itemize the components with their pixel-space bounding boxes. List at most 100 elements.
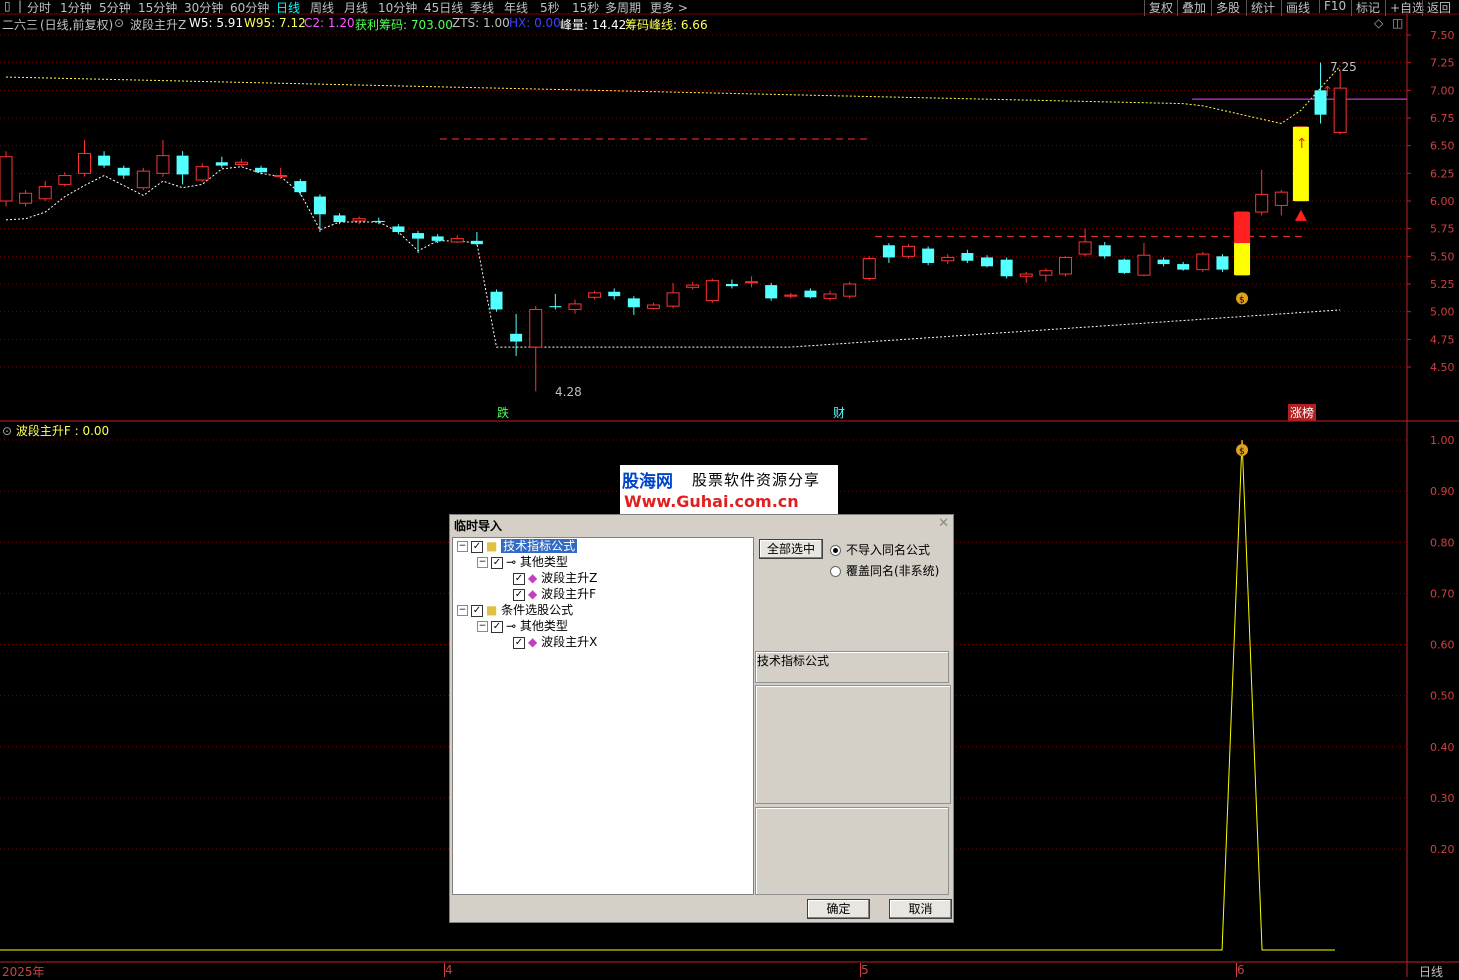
close-icon[interactable]: ✕ <box>938 516 949 531</box>
candle-body-up <box>38 186 52 200</box>
candle-body-down <box>1216 256 1229 270</box>
indicator-toggle-icon[interactable]: ⊙ <box>114 16 124 30</box>
tree-label: 波段主升Z <box>541 571 598 585</box>
tree-node-other-types-1[interactable]: − ✓ ⊸ 其他类型 <box>477 554 568 570</box>
tab-7[interactable]: 周线 <box>310 0 334 16</box>
sub-axis-label: 0.20 <box>1430 843 1455 856</box>
radio-dot[interactable] <box>830 566 841 577</box>
value-zts: ZTS: 1.00 <box>452 16 510 30</box>
panel-toggle-icon[interactable]: ▯ <box>4 0 11 13</box>
date-label: 6 <box>1236 963 1245 977</box>
toolbar-button-3[interactable]: 统计 <box>1246 0 1275 16</box>
tab-9[interactable]: 10分钟 <box>378 0 417 16</box>
stock-name: 二六三 <box>2 18 39 32</box>
candle-body-down <box>922 248 935 263</box>
candle-body-down <box>1000 259 1013 277</box>
checkbox[interactable]: ✓ <box>471 540 483 553</box>
window-toggle-icon[interactable]: ◫ <box>1392 16 1403 30</box>
tab-5[interactable]: 60分钟 <box>230 0 269 16</box>
tab-0[interactable]: 分时 <box>27 0 51 16</box>
tab-10[interactable]: 45日线 <box>424 0 463 16</box>
toolbar-button-5[interactable]: F10 <box>1319 0 1346 13</box>
price-axis-label: 7.50 <box>1430 29 1455 42</box>
tab-1[interactable]: 1分钟 <box>60 0 92 16</box>
select-all-button[interactable]: 全部选中 <box>759 539 823 559</box>
price-axis: 7.50 7.25 7.00 6.75 6.50 6.25 6.00 5.75 5.50 5.25… <box>1407 29 1455 374</box>
checkbox[interactable]: ✓ <box>513 588 525 601</box>
candle-body-down <box>627 298 640 308</box>
date-label: 4 <box>444 963 453 977</box>
candle-body-up <box>352 218 366 222</box>
period-toolbar: 分时 1分钟 5分钟 15分钟 30分钟 60分钟 日线 周线 月线 10分钟 45日线 季线 年线 5秒… <box>0 0 1459 16</box>
tab-13[interactable]: 5秒 <box>540 0 560 16</box>
tree-label: 波段主升F <box>541 587 596 601</box>
sub-axis-label: 0.30 <box>1430 792 1455 805</box>
period-label: (日线,前复权) <box>40 18 114 32</box>
candle-body-down <box>882 245 895 258</box>
sub-toggle-icon[interactable]: ⊙ <box>2 424 12 438</box>
collapse-icon[interactable]: − <box>477 621 488 632</box>
radio-dot[interactable] <box>830 545 841 556</box>
radio-overwrite-same-name[interactable]: 覆盖同名(非系统) <box>830 562 939 579</box>
toolbar-button-1[interactable]: 叠加 <box>1177 0 1206 16</box>
candle-body-up <box>19 192 33 204</box>
candle-body-down <box>215 162 228 166</box>
tab-14[interactable]: 15秒 <box>572 0 599 16</box>
candle-body-down <box>1118 259 1131 273</box>
candle-body-down <box>431 236 444 241</box>
toolbar-button-6[interactable]: 标记 <box>1351 0 1380 16</box>
candle-body-up <box>1255 193 1269 213</box>
tab-15[interactable]: 多周期 <box>605 0 641 16</box>
value-chip-peak: 筹码峰线: 6.66 <box>625 18 708 32</box>
folder-icon: ■ <box>486 539 498 553</box>
tab-2[interactable]: 5分钟 <box>99 0 131 16</box>
ok-button[interactable]: 确定 <box>807 899 870 919</box>
candle-body-up <box>862 258 876 279</box>
collapse-icon[interactable]: − <box>457 541 468 552</box>
price-axis-label: 6.50 <box>1430 140 1455 153</box>
tab-3[interactable]: 15分钟 <box>138 0 177 16</box>
candle-body-up <box>529 308 543 348</box>
tab-4[interactable]: 30分钟 <box>184 0 223 16</box>
formula-icon: ◆ <box>528 635 538 649</box>
tree-node-screen-formulas[interactable]: − ✓ ■ 条件选股公式 <box>457 602 573 618</box>
toolbar-button-7[interactable]: +自选 <box>1385 0 1424 16</box>
checkbox[interactable]: ✓ <box>513 636 525 649</box>
description-panel <box>755 685 951 804</box>
candle-body-down <box>412 233 425 239</box>
tree-item-formula-f[interactable]: ✓ ◆ 波段主升F <box>513 586 596 602</box>
diamond-icon[interactable]: ◇ <box>1374 16 1383 30</box>
collapse-icon[interactable]: − <box>477 557 488 568</box>
toolbar-button-8[interactable]: 返回 <box>1422 0 1451 16</box>
checkbox[interactable]: ✓ <box>513 572 525 585</box>
tree-item-formula-x[interactable]: ✓ ◆ 波段主升X <box>513 634 597 650</box>
tab-11[interactable]: 季线 <box>470 0 494 16</box>
price-axis-label: 4.50 <box>1430 361 1455 374</box>
cancel-button[interactable]: 取消 <box>889 899 952 919</box>
collapse-icon[interactable]: − <box>457 605 468 616</box>
candle-body-up <box>666 292 680 307</box>
money-bag-glyph: $ <box>1239 295 1245 305</box>
tab-16[interactable]: 更多 > <box>650 0 688 16</box>
candle-body-up <box>1333 87 1347 133</box>
candle-body-down <box>1098 245 1111 257</box>
candle-body-down <box>333 215 346 223</box>
tab-8[interactable]: 月线 <box>344 0 368 16</box>
checkbox[interactable]: ✓ <box>491 556 503 569</box>
tag-zt: 涨榜 <box>1288 404 1317 421</box>
period-indicator[interactable]: 日线 <box>1419 963 1443 980</box>
toolbar-button-0[interactable]: 复权 <box>1144 0 1173 16</box>
tree-item-formula-z[interactable]: ✓ ◆ 波段主升Z <box>513 570 597 586</box>
candle-body-down <box>981 257 993 267</box>
toolbar-button-2[interactable]: 多股 <box>1211 0 1240 16</box>
radio-skip-same-name[interactable]: 不导入同名公式 <box>830 541 930 558</box>
candle-body-up <box>234 161 248 165</box>
toolbar-button-4[interactable]: 画线 <box>1281 0 1310 16</box>
checkbox[interactable]: ✓ <box>491 620 503 633</box>
sub-axis-label: 0.60 <box>1430 639 1455 652</box>
tab-12[interactable]: 年线 <box>504 0 528 16</box>
checkbox[interactable]: ✓ <box>471 604 483 617</box>
tab-6[interactable]: 日线 <box>276 0 300 16</box>
tree-node-tech-formulas[interactable]: − ✓ ■ 技术指标公式 <box>457 538 578 554</box>
tree-node-other-types-2[interactable]: − ✓ ⊸ 其他类型 <box>477 618 568 634</box>
